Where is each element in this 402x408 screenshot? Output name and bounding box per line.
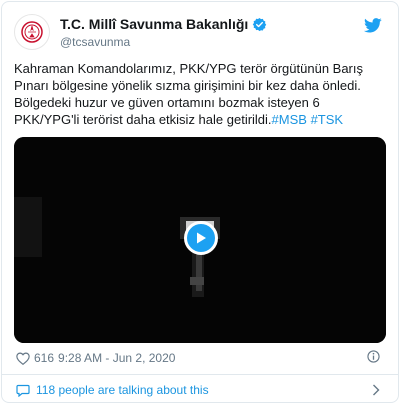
tweet-line: Kahraman Komandolarımız, PKK/YPG terör ö…: [14, 61, 364, 76]
handle: @tcsavunma: [60, 35, 131, 49]
info-icon[interactable]: [367, 350, 380, 363]
divider: [2, 374, 398, 375]
twitter-bird-icon[interactable]: [364, 18, 382, 33]
hashtag-tsk[interactable]: #TSK: [311, 112, 344, 127]
like-count[interactable]: 616: [34, 351, 54, 365]
speech-bubble-icon: [16, 384, 30, 397]
display-name-row: T.C. Millî Savunma Bakanlığı: [60, 16, 267, 33]
ministry-emblem-icon: [21, 21, 43, 43]
heart-icon[interactable]: [16, 352, 30, 365]
tweet-card[interactable]: T.C. Millî Savunma Bakanlığı @tcsavunma …: [1, 1, 399, 403]
tweet-text: Kahraman Komandolarımız, PKK/YPG terör ö…: [14, 60, 388, 128]
author-names[interactable]: T.C. Millî Savunma Bakanlığı @tcsavunma: [60, 16, 267, 50]
avatar[interactable]: [14, 14, 50, 50]
verified-badge-icon: [253, 17, 267, 32]
tweet-line: PKK/YPG'li terörist daha etkisiz hale ge…: [14, 112, 272, 127]
tweet-line-last: PKK/YPG'li terörist daha etkisiz hale ge…: [14, 111, 388, 128]
chevron-right-icon[interactable]: [372, 384, 380, 396]
talking-text[interactable]: 118 people are talking about this: [36, 383, 209, 397]
display-name: T.C. Millî Savunma Bakanlığı: [60, 16, 249, 32]
tweet-line: Bölgedeki huzur ve güven ortamını bozmak…: [14, 95, 320, 110]
video-player[interactable]: [14, 137, 386, 343]
play-button[interactable]: [184, 221, 218, 255]
conversation-link[interactable]: 118 people are talking about this: [16, 382, 209, 398]
tweet-line: Pınarı bölgesine yönelik sızma girişimin…: [14, 78, 361, 93]
timestamp[interactable]: 9:28 AM - Jun 2, 2020: [58, 351, 175, 365]
tweet-meta: 616 9:28 AM - Jun 2, 2020: [16, 350, 175, 366]
play-icon: [197, 232, 206, 244]
hashtag-msb[interactable]: #MSB: [272, 112, 307, 127]
tweet-header: T.C. Millî Savunma Bakanlığı @tcsavunma: [14, 14, 386, 54]
